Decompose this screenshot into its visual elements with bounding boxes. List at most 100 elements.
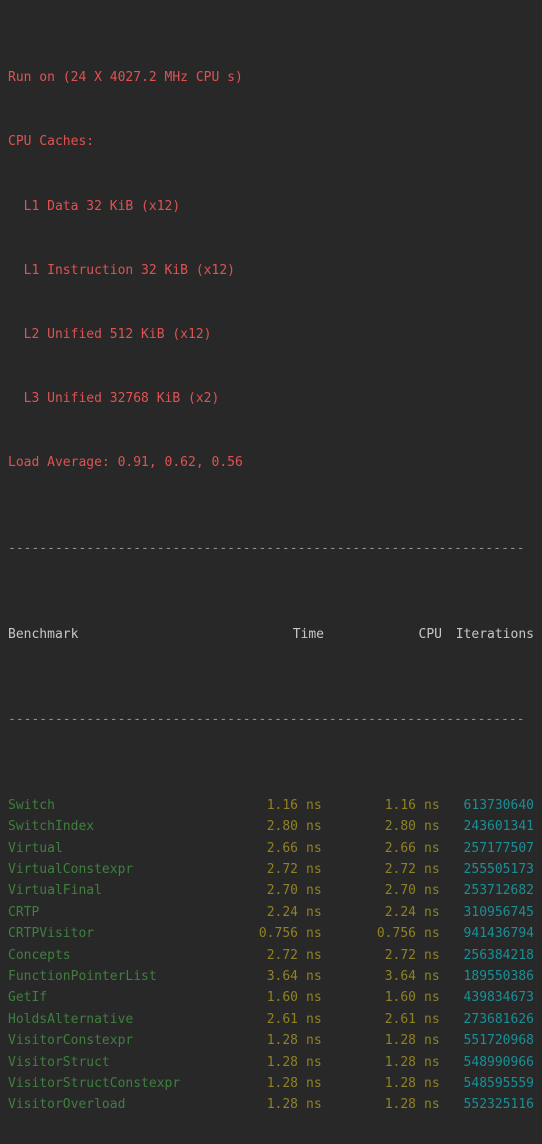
benchmark-time: 2.80 <box>266 819 298 835</box>
benchmark-rows: Switch 1.16 ns 1.16 ns 613730640 SwitchIndex 2.… <box>8 795 534 1116</box>
benchmark-cpu: 1.28 <box>384 1054 416 1070</box>
benchmark-iterations: 310956745 <box>463 904 534 920</box>
benchmark-name: CRTP <box>8 904 40 920</box>
benchmark-iterations: 273681626 <box>463 1011 534 1027</box>
column-header-time: Time <box>292 626 324 642</box>
benchmark-iterations: 548595559 <box>463 1075 534 1091</box>
benchmark-time-unit: ns <box>306 990 322 1006</box>
separator-bottom: ----------------------------------------… <box>8 712 525 728</box>
table-row: HoldsAlternative 2.61 ns 2.61 ns 273681626 <box>8 1009 534 1030</box>
table-row: VirtualConstexpr 2.72 ns 2.72 ns 255505173 <box>8 859 534 880</box>
benchmark-time-unit: ns <box>306 904 322 920</box>
benchmark-cpu: 3.64 <box>384 969 416 984</box>
benchmark-name: Switch <box>8 797 55 813</box>
benchmark-cpu-unit: ns <box>424 1033 440 1049</box>
cpu-caches-label: CPU Caches: <box>8 134 95 150</box>
benchmark-iterations: 257177507 <box>463 840 534 856</box>
benchmark-time-unit: ns <box>306 797 322 813</box>
table-row: CRTP 2.24 ns 2.24 ns 310956745 <box>8 902 534 923</box>
benchmark-time: 1.28 <box>266 1075 298 1091</box>
benchmark-cpu-unit: ns <box>424 1054 440 1070</box>
benchmark-cpu: 1.60 <box>384 990 416 1006</box>
benchmark-time-unit: ns <box>306 1075 322 1091</box>
benchmark-cpu: 2.24 <box>384 904 416 920</box>
benchmark-name: Concepts <box>8 947 71 963</box>
benchmark-name: HoldsAlternative <box>8 1011 134 1027</box>
table-row: CRTPVisitor 0.756 ns 0.756 ns 941436794 <box>8 923 534 944</box>
benchmark-time: 2.66 <box>266 840 298 856</box>
run-on-line: Run on (24 X 4027.2 MHz CPU s) <box>8 70 243 86</box>
benchmark-cpu: 2.66 <box>384 840 416 856</box>
benchmark-cpu-unit: ns <box>424 947 440 963</box>
cache-line-l3-unified: L3 Unified 32768 KiB (x2) <box>8 391 220 407</box>
load-average-line: Load Average: 0.91, 0.62, 0.56 <box>8 455 243 471</box>
benchmark-time-unit: ns <box>306 883 322 899</box>
benchmark-name: GetIf <box>8 990 48 1006</box>
benchmark-time-unit: ns <box>306 1054 322 1070</box>
benchmark-cpu: 2.80 <box>384 819 416 835</box>
benchmark-name: Virtual <box>8 840 63 856</box>
benchmark-cpu-unit: ns <box>424 840 440 856</box>
benchmark-cpu: 2.70 <box>384 883 416 899</box>
benchmark-time-unit: ns <box>306 969 322 984</box>
table-row: SwitchIndex 2.80 ns 2.80 ns 243601341 <box>8 816 534 837</box>
benchmark-name: SwitchIndex <box>8 819 95 835</box>
cache-line-l1-data: L1 Data 32 KiB (x12) <box>8 198 181 214</box>
benchmark-time-unit: ns <box>306 819 322 835</box>
benchmark-time-unit: ns <box>306 1011 322 1027</box>
benchmark-cpu-unit: ns <box>424 883 440 899</box>
cache-line-l2-unified: L2 Unified 512 KiB (x12) <box>8 327 212 343</box>
benchmark-cpu-unit: ns <box>424 990 440 1006</box>
benchmark-time: 2.72 <box>266 947 298 963</box>
benchmark-cpu-unit: ns <box>424 797 440 813</box>
benchmark-time: 2.72 <box>266 862 298 878</box>
benchmark-cpu-unit: ns <box>424 862 440 878</box>
benchmark-cpu: 2.61 <box>384 1011 416 1027</box>
benchmark-iterations: 243601341 <box>463 819 534 835</box>
benchmark-time: 1.60 <box>266 990 298 1006</box>
column-header-cpu: CPU <box>418 626 442 642</box>
separator-top: ----------------------------------------… <box>8 541 525 557</box>
table-row: VirtualFinal 2.70 ns 2.70 ns 253712682 <box>8 880 534 901</box>
table-row: GetIf 1.60 ns 1.60 ns 439834673 <box>8 987 534 1008</box>
benchmark-time: 2.24 <box>266 904 298 920</box>
benchmark-cpu-unit: ns <box>424 819 440 835</box>
benchmark-cpu-unit: ns <box>424 969 440 984</box>
benchmark-iterations: 941436794 <box>463 926 534 942</box>
benchmark-time-unit: ns <box>306 840 322 856</box>
benchmark-name: VisitorConstexpr <box>8 1033 134 1049</box>
table-row: VisitorConstexpr 1.28 ns 1.28 ns 551720968 <box>8 1030 534 1051</box>
benchmark-time: 1.16 <box>266 797 298 813</box>
benchmark-cpu: 1.28 <box>384 1033 416 1049</box>
benchmark-cpu: 1.16 <box>384 797 416 813</box>
benchmark-iterations: 256384218 <box>463 947 534 963</box>
terminal-output: Run on (24 X 4027.2 MHz CPU s) CPU Cache… <box>0 0 542 1112</box>
table-header-row: Benchmark Time CPU Iterations <box>8 624 534 645</box>
table-row: Concepts 2.72 ns 2.72 ns 256384218 <box>8 945 534 966</box>
benchmark-cpu-unit: ns <box>424 1097 440 1113</box>
column-header-benchmark: Benchmark <box>8 626 79 642</box>
benchmark-iterations: 253712682 <box>463 883 534 899</box>
benchmark-iterations: 613730640 <box>463 797 534 813</box>
benchmark-cpu-unit: ns <box>424 904 440 920</box>
table-row: Virtual 2.66 ns 2.66 ns 257177507 <box>8 838 534 859</box>
table-row: VisitorOverload 1.28 ns 1.28 ns 552325116 <box>8 1094 534 1115</box>
benchmark-name: VirtualFinal <box>8 883 102 899</box>
benchmark-name: VisitorOverload <box>8 1097 126 1113</box>
benchmark-time: 1.28 <box>266 1054 298 1070</box>
column-header-iterations: Iterations <box>455 626 534 642</box>
benchmark-name: VirtualConstexpr <box>8 862 134 878</box>
benchmark-time: 0.756 <box>258 926 298 942</box>
benchmark-name: VisitorStructConstexpr <box>8 1075 181 1091</box>
benchmark-iterations: 548990966 <box>463 1054 534 1070</box>
benchmark-name: VisitorStruct <box>8 1054 110 1070</box>
benchmark-time-unit: ns <box>306 1033 322 1049</box>
benchmark-time-unit: ns <box>306 1097 322 1113</box>
benchmark-iterations: 552325116 <box>463 1097 534 1113</box>
benchmark-cpu-unit: ns <box>424 926 440 942</box>
benchmark-cpu: 2.72 <box>384 862 416 878</box>
benchmark-cpu: 0.756 <box>376 926 416 942</box>
benchmark-cpu-unit: ns <box>424 1011 440 1027</box>
benchmark-iterations: 439834673 <box>463 990 534 1006</box>
benchmark-time: 1.28 <box>266 1033 298 1049</box>
